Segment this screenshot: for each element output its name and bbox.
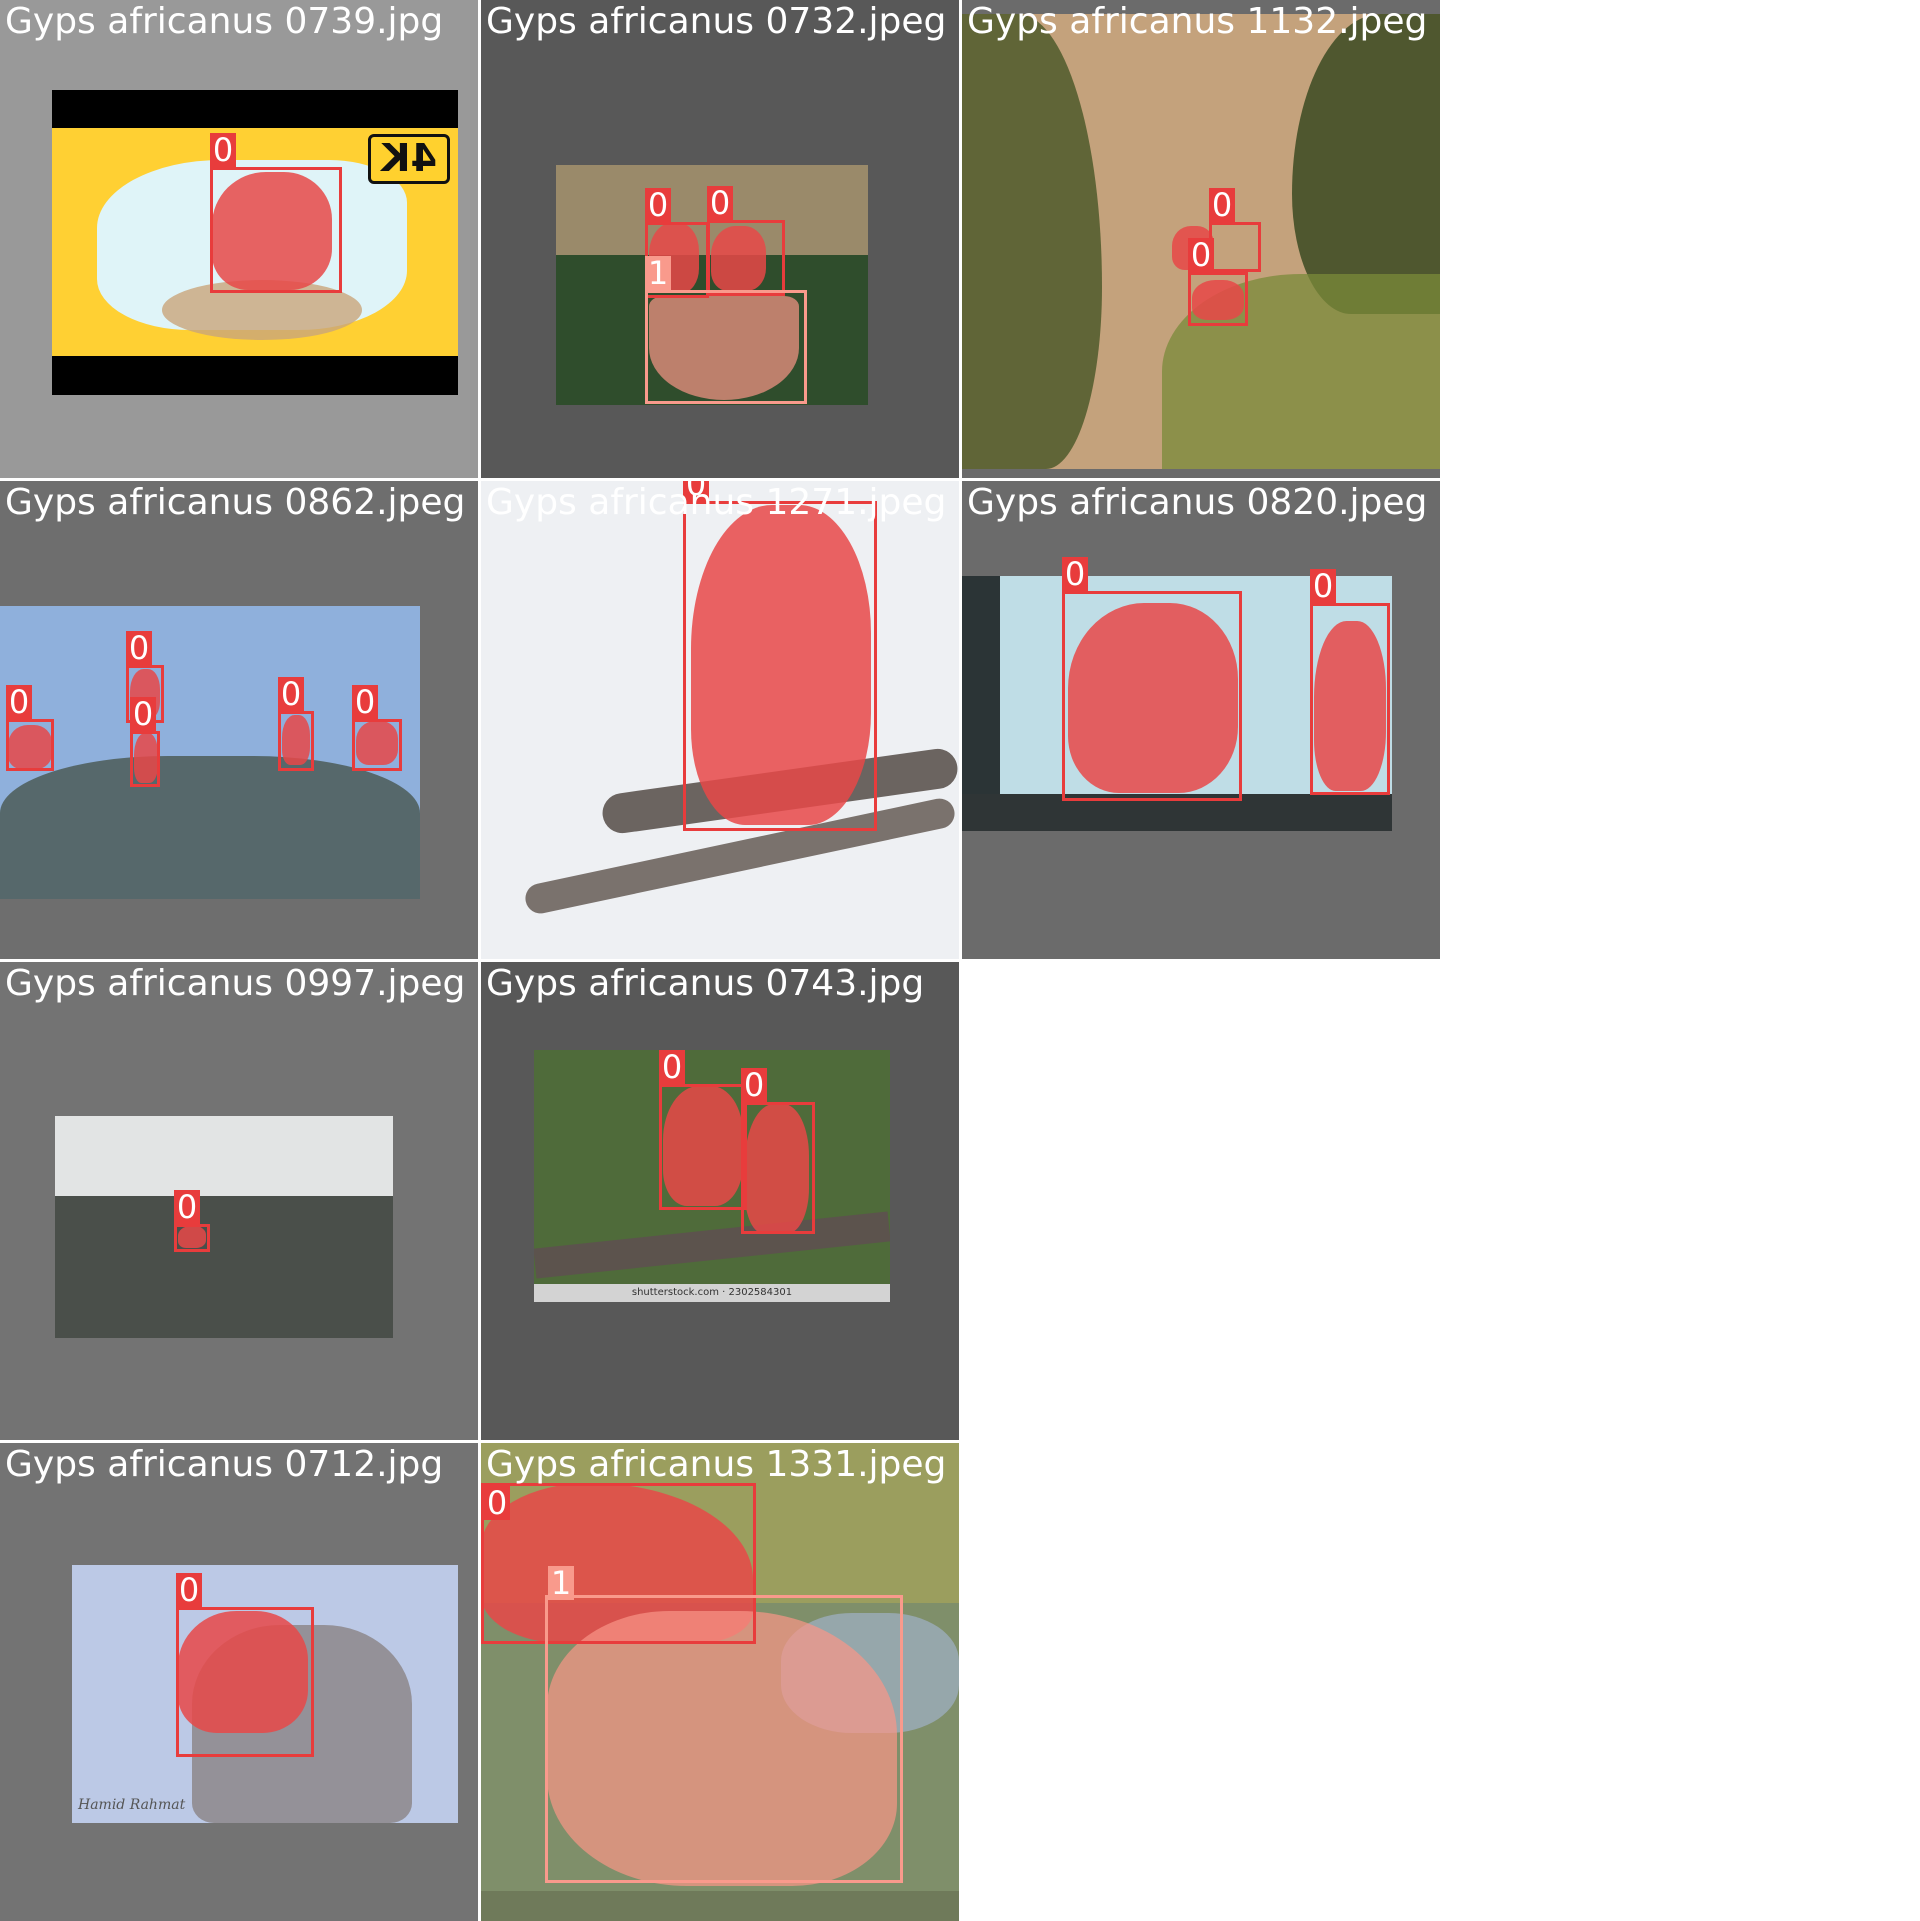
- tile-caption: Gyps africanus 0862.jpeg: [5, 482, 466, 523]
- photo-foliage-right: [1292, 14, 1440, 314]
- tile-1132[interactable]: Gyps africanus 1132.jpeg 0 0: [962, 0, 1440, 478]
- detection-box[interactable]: 0: [210, 133, 342, 293]
- detection-box[interactable]: 0: [6, 685, 54, 771]
- tile-caption: Gyps africanus 0997.jpeg: [5, 963, 466, 1004]
- class-label: 0: [176, 1573, 202, 1607]
- tile-0862[interactable]: Gyps africanus 0862.jpeg 0 0 0 0 0: [0, 481, 478, 959]
- detection-box[interactable]: 0: [683, 481, 877, 831]
- tile-0712[interactable]: Gyps africanus 0712.jpg Hamid Rahmat 0: [0, 1443, 478, 1921]
- class-label: 0: [659, 1050, 685, 1084]
- photo: [55, 1116, 393, 1338]
- detection-box[interactable]: 0: [1209, 188, 1261, 272]
- class-label: 0: [174, 1190, 200, 1224]
- detection-box[interactable]: 0: [1188, 238, 1248, 326]
- class-label: 0: [1310, 569, 1336, 603]
- tile-caption: Gyps africanus 1271.jpeg: [486, 482, 947, 523]
- class-label: 1: [548, 1566, 574, 1600]
- class-label: 0: [645, 188, 671, 222]
- detection-box[interactable]: 0: [278, 677, 314, 771]
- class-label: 0: [707, 186, 733, 220]
- photo-sky: [55, 1116, 393, 1196]
- class-label: 0: [1209, 188, 1235, 222]
- tile-caption: Gyps africanus 1331.jpeg: [486, 1444, 947, 1485]
- detection-box[interactable]: 0: [741, 1068, 815, 1234]
- stock-watermark-bar: shutterstock.com · 2302584301: [534, 1284, 890, 1302]
- class-label: 0: [130, 697, 156, 731]
- class-label: 0: [1062, 557, 1088, 591]
- class-label: 0: [126, 631, 152, 665]
- detection-box[interactable]: 0: [174, 1190, 210, 1252]
- photo-foliage-left: [962, 14, 1102, 469]
- tile-caption: Gyps africanus 0732.jpeg: [486, 1, 947, 42]
- tile-caption: Gyps africanus 0712.jpg: [5, 1444, 444, 1485]
- detection-box[interactable]: 1: [645, 256, 807, 404]
- photo-foliage: [55, 1196, 393, 1338]
- detection-box[interactable]: 0: [1062, 557, 1242, 801]
- tile-caption: Gyps africanus 1132.jpeg: [967, 1, 1428, 42]
- tile-caption: Gyps africanus 0739.jpg: [5, 1, 444, 42]
- photo-branch: [534, 1211, 890, 1279]
- tile-caption: Gyps africanus 0820.jpeg: [967, 482, 1428, 523]
- tile-0732[interactable]: Gyps africanus 0732.jpeg 0 0 1: [481, 0, 959, 478]
- class-label: 1: [645, 256, 671, 290]
- class-label: 0: [741, 1068, 767, 1102]
- class-label: 0: [210, 133, 236, 167]
- photo-dark-frame: [962, 576, 1000, 831]
- detection-box[interactable]: 0: [176, 1573, 314, 1757]
- detection-box[interactable]: 1: [545, 1566, 903, 1883]
- class-label: 0: [484, 1486, 510, 1520]
- detection-box[interactable]: 0: [707, 186, 785, 296]
- tile-0820[interactable]: Gyps africanus 0820.jpeg 0 0: [962, 481, 1440, 959]
- class-label: 0: [278, 677, 304, 711]
- class-label: 0: [6, 685, 32, 719]
- tile-0739[interactable]: Gyps africanus 0739.jpg 4K 0: [0, 0, 478, 478]
- 4k-badge: 4K: [368, 134, 450, 184]
- detection-box[interactable]: 0: [659, 1050, 747, 1210]
- photographer-watermark: Hamid Rahmat: [78, 1797, 186, 1813]
- class-label: 0: [352, 685, 378, 719]
- detection-box[interactable]: 0: [130, 697, 160, 787]
- class-label: 0: [1188, 238, 1214, 272]
- tile-0743[interactable]: Gyps africanus 0743.jpg shutterstock.com…: [481, 962, 959, 1440]
- tile-1271[interactable]: Gyps africanus 1271.jpeg 0: [481, 481, 959, 959]
- tile-caption: Gyps africanus 0743.jpg: [486, 963, 925, 1004]
- detection-box[interactable]: 0: [352, 685, 402, 771]
- tile-1331[interactable]: Gyps africanus 1331.jpeg 0 1: [481, 1443, 959, 1921]
- photo-branches: [0, 756, 420, 899]
- tile-0997[interactable]: Gyps africanus 0997.jpeg 0: [0, 962, 478, 1440]
- detection-box[interactable]: 0: [1310, 569, 1390, 795]
